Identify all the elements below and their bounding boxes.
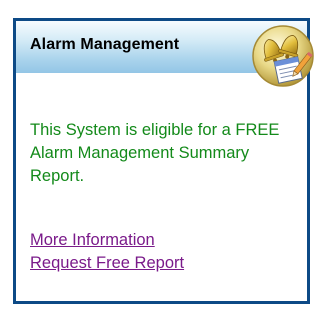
alarm-management-panel: Alarm Management This System is eligible…	[13, 18, 314, 304]
bell-report-icon	[252, 25, 314, 87]
eligibility-message: This System is eligible for a FREE Alarm…	[30, 121, 280, 185]
action-links: More Information Request Free Report	[30, 229, 184, 275]
request-free-report-link[interactable]: Request Free Report	[30, 252, 184, 275]
more-information-link[interactable]: More Information	[30, 229, 184, 252]
panel-title: Alarm Management	[30, 36, 180, 53]
